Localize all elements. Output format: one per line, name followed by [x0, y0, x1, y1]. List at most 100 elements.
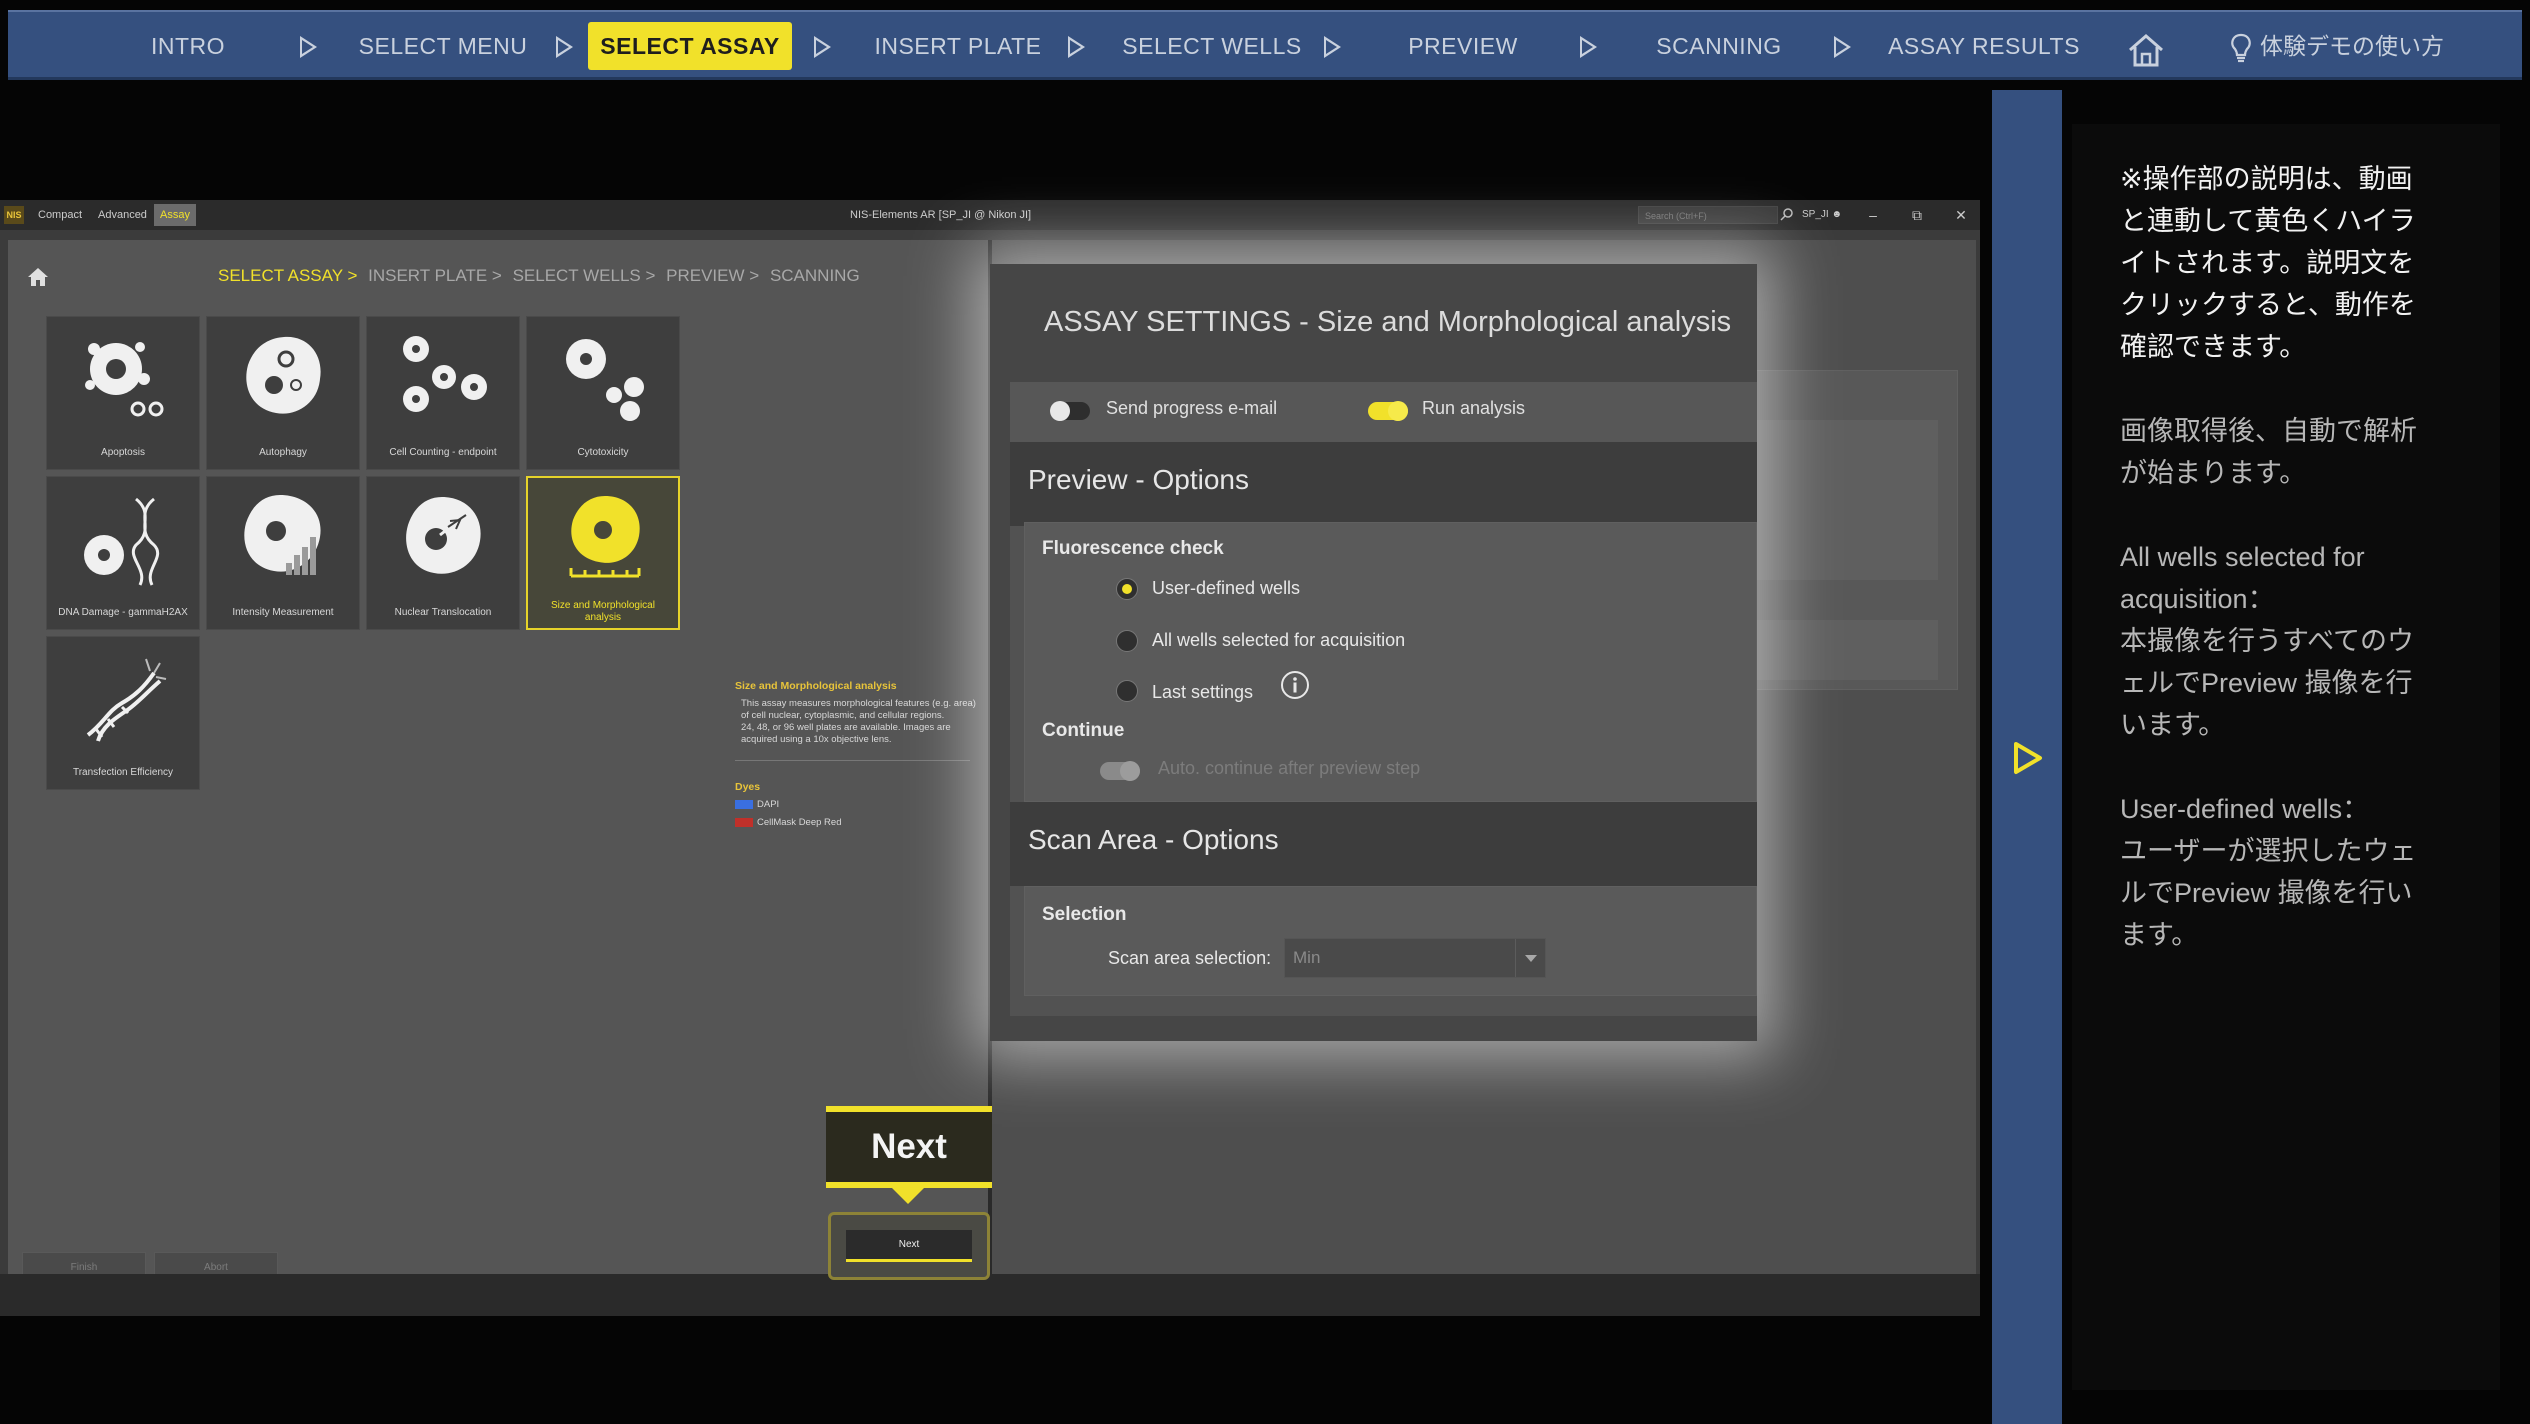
scan-area-select[interactable]: Min: [1284, 938, 1546, 978]
fluorescence-check-title: Fluorescence check: [1042, 538, 1224, 559]
step-scanning[interactable]: SCANNING: [1624, 22, 1814, 70]
lightbulb-icon: [2231, 33, 2251, 63]
breadcrumb-scanning[interactable]: SCANNING: [770, 266, 860, 285]
description-text-2: 24, 48, or 96 well plates are available.…: [741, 722, 951, 745]
breadcrumb-select-wells[interactable]: SELECT WELLS >: [513, 266, 656, 285]
cell-counting-icon: [403, 336, 487, 412]
howto-link[interactable]: 体験デモの使い方: [2230, 22, 2444, 70]
home-icon[interactable]: [2126, 32, 2166, 68]
help-line: User-defined wells：: [2120, 794, 2370, 824]
help-paragraph-all-wells[interactable]: All wells selected for acquisition： 本撮像を…: [2120, 536, 2470, 746]
auto-continue-toggle[interactable]: [1100, 761, 1140, 781]
step-select-wells[interactable]: SELECT WELLS: [1112, 22, 1312, 70]
radio-last-settings[interactable]: [1116, 680, 1138, 702]
help-line: ます。: [2120, 920, 2199, 950]
step-arrow-icon: [300, 36, 317, 58]
preview-options-title: Preview - Options: [1028, 464, 1249, 495]
cytotoxicity-icon: [566, 339, 644, 421]
help-paragraph-highlight-note[interactable]: ※操作部の説明は、動画 と連動して黄色くハイラ イトされます。説明文を クリック…: [2120, 158, 2470, 368]
description-body: This assay measures morphological featur…: [735, 698, 980, 746]
tab-advanced[interactable]: Advanced: [92, 204, 153, 226]
tab-compact[interactable]: Compact: [32, 204, 88, 226]
description-divider: [735, 760, 970, 761]
help-line: イトされます。説明文を: [2120, 248, 2415, 278]
next-button[interactable]: Next: [846, 1230, 972, 1262]
step-select-menu[interactable]: SELECT MENU: [348, 22, 538, 70]
auto-continue-label: Auto. continue after preview step: [1158, 758, 1421, 778]
tile-label: Intensity Measurement: [232, 607, 334, 618]
last-settings-label[interactable]: Last settings: [1152, 682, 1253, 703]
breadcrumb-select-assay[interactable]: SELECT ASSAY >: [218, 266, 357, 285]
tab-assay[interactable]: Assay: [154, 204, 196, 226]
breadcrumb-insert-plate[interactable]: INSERT PLATE >: [368, 266, 502, 285]
search-icon[interactable]: [1780, 207, 1794, 221]
nis-logo: NIS: [4, 206, 24, 224]
help-line: ※操作部の説明は、動画: [2120, 164, 2413, 194]
step-arrow-icon: [1068, 36, 1085, 58]
run-analysis-toggle[interactable]: [1368, 401, 1408, 421]
continue-title: Continue: [1042, 720, 1125, 741]
step-insert-plate[interactable]: INSERT PLATE: [858, 22, 1058, 70]
help-line: ェルでPreview 撮像を行: [2120, 668, 2413, 698]
help-paragraph-auto-analysis[interactable]: 画像取得後、自動で解析 が始まります。: [2120, 410, 2470, 494]
breadcrumb: SELECT ASSAY > INSERT PLATE > SELECT WEL…: [218, 260, 866, 292]
assay-tile-cell-counting[interactable]: Cell Counting - endpoint: [366, 316, 520, 470]
assay-tile-apoptosis[interactable]: Apoptosis: [46, 316, 200, 470]
assay-tile-dna-damage[interactable]: DNA Damage - gammaH2AX: [46, 476, 200, 630]
info-icon[interactable]: [1280, 670, 1310, 700]
help-paragraph-user-defined-wells[interactable]: User-defined wells： ユーザーが選択したウェ ルでPrevie…: [2120, 788, 2470, 956]
minimize-icon[interactable]: –: [1858, 200, 1888, 230]
window-titlebar: NIS Compact Advanced Assay NIS-Elements …: [0, 200, 1980, 230]
next-callout: Next: [826, 1106, 992, 1204]
radio-user-defined-wells[interactable]: [1116, 578, 1138, 600]
help-line: 本撮像を行うすべてのウ: [2120, 626, 2415, 656]
window-title: NIS-Elements AR [SP_JI @ Nikon JI]: [850, 209, 1032, 221]
breadcrumb-preview[interactable]: PREVIEW >: [666, 266, 759, 285]
description-title: Size and Morphological analysis: [735, 680, 897, 692]
scan-area-options-header: Scan Area - Options: [1010, 802, 1757, 886]
app-home-icon[interactable]: [26, 266, 50, 288]
step-intro[interactable]: INTRO: [118, 22, 258, 70]
step-arrow-icon: [1324, 36, 1341, 58]
autophagy-icon: [246, 336, 321, 414]
step-assay-results[interactable]: ASSAY RESULTS: [1874, 22, 2094, 70]
preview-options-header: Preview - Options: [1010, 442, 1757, 526]
assay-tile-cytotoxicity[interactable]: Cytotoxicity: [526, 316, 680, 470]
user-label: SP_JI ☻: [1802, 200, 1842, 230]
tile-label: DNA Damage - gammaH2AX: [58, 607, 188, 618]
nuclear-translocation-icon: [406, 497, 481, 574]
radio-all-wells[interactable]: [1116, 630, 1138, 652]
send-email-toggle[interactable]: [1050, 401, 1090, 421]
step-preview[interactable]: PREVIEW: [1368, 22, 1558, 70]
chevron-down-icon[interactable]: [1515, 939, 1545, 977]
step-select-assay[interactable]: SELECT ASSAY: [588, 22, 792, 70]
play-icon[interactable]: [2010, 740, 2044, 776]
help-line: クリックすると、動作を: [2120, 290, 2416, 320]
assay-tile-size-morphology[interactable]: Size and Morphological analysis: [526, 476, 680, 630]
size-morphology-icon: [569, 496, 641, 578]
help-line: と連動して黄色くハイラ: [2120, 206, 2416, 236]
assay-tile-intensity[interactable]: Intensity Measurement: [206, 476, 360, 630]
settings-title: ASSAY SETTINGS - Size and Morphological …: [1044, 306, 1732, 338]
close-icon[interactable]: ✕: [1946, 200, 1976, 230]
dna-damage-icon: [84, 497, 160, 586]
help-line: 画像取得後、自動で解析: [2120, 416, 2417, 446]
user-defined-wells-label[interactable]: User-defined wells: [1152, 578, 1300, 599]
assay-tile-transfection[interactable]: Transfection Efficiency: [46, 636, 200, 790]
help-line: が始まります。: [2120, 458, 2307, 488]
dye-name: CellMask Deep Red: [757, 817, 842, 828]
dye-name: DAPI: [757, 799, 780, 810]
tile-label: Size and Morphological analysis: [551, 600, 655, 623]
assay-tile-nuclear-translocation[interactable]: Nuclear Translocation: [366, 476, 520, 630]
help-line: 確認できます。: [2120, 332, 2307, 362]
assay-tile-autophagy[interactable]: Autophagy: [206, 316, 360, 470]
scan-area-value: Min: [1293, 948, 1321, 967]
assay-settings-dialog: ASSAY SETTINGS - Size and Morphological …: [990, 264, 1757, 1041]
toggle-knob: [1388, 401, 1408, 421]
scan-area-options-title: Scan Area - Options: [1028, 824, 1279, 855]
restore-icon[interactable]: ⧉: [1902, 200, 1932, 230]
help-sidebar: ※操作部の説明は、動画 と連動して黄色くハイラ イトされます。説明文を クリック…: [2072, 124, 2500, 1390]
all-wells-label[interactable]: All wells selected for acquisition: [1152, 630, 1405, 651]
intensity-icon: [244, 495, 321, 575]
search-input[interactable]: Search (Ctrl+F): [1638, 206, 1778, 224]
